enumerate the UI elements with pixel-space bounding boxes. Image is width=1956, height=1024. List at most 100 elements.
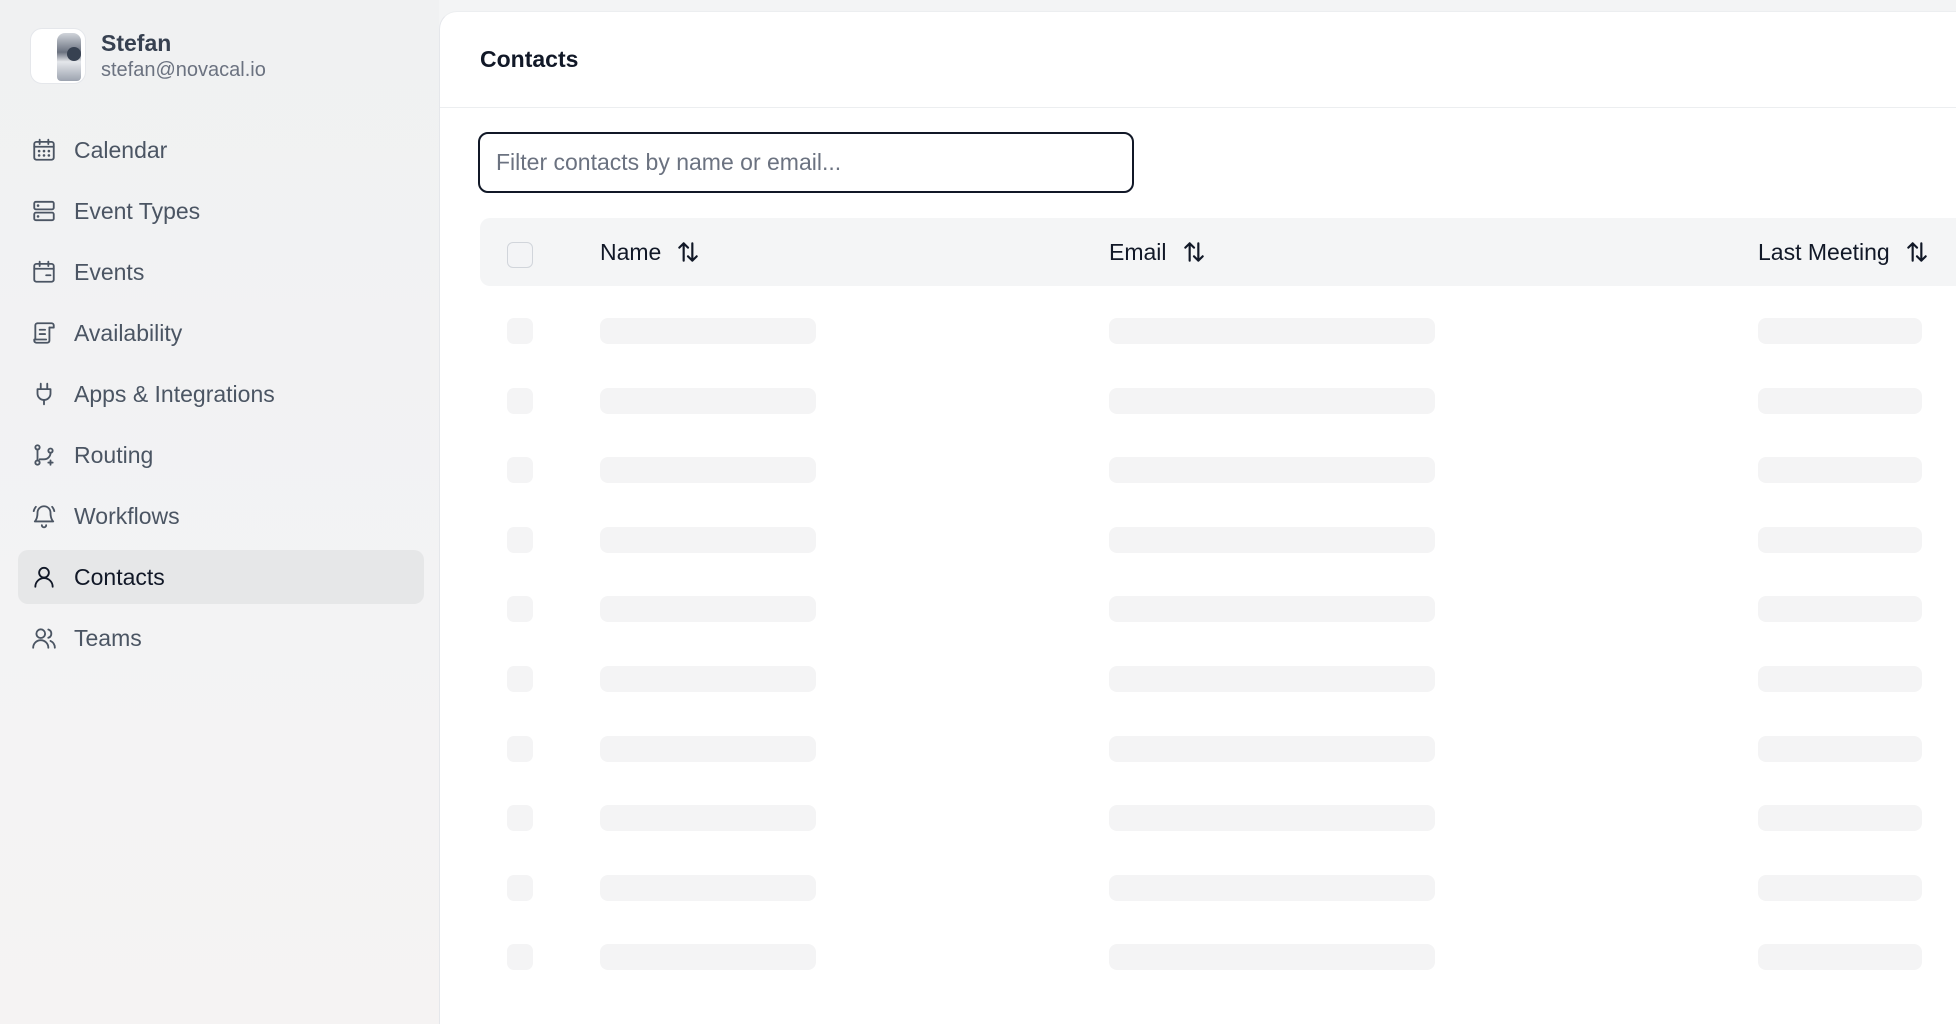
skeleton-name bbox=[600, 735, 816, 762]
sidebar-item-availability[interactable]: Availability bbox=[18, 306, 424, 360]
skeleton-check bbox=[507, 874, 533, 901]
skeleton-meet bbox=[1758, 735, 1922, 762]
app-window: Stefan stefan@novacal.io Calendar Event … bbox=[0, 0, 1956, 1024]
skeleton-check bbox=[507, 944, 533, 971]
table-row-skeleton bbox=[480, 586, 1956, 656]
column-header-email[interactable]: Email bbox=[1109, 218, 1207, 286]
sidebar-item-events[interactable]: Events bbox=[18, 245, 424, 299]
filter-contacts-input[interactable] bbox=[478, 132, 1134, 193]
skeleton-meet bbox=[1758, 387, 1922, 414]
skeleton-check bbox=[507, 735, 533, 762]
users-icon bbox=[30, 624, 58, 652]
sidebar-item-routing[interactable]: Routing bbox=[18, 428, 424, 482]
availability-icon bbox=[30, 319, 58, 347]
table-row-skeleton bbox=[480, 447, 1956, 517]
skeleton-check bbox=[507, 457, 533, 484]
table-header: Name Email Last Meeting bbox=[480, 218, 1956, 286]
main-panel: Contacts Name Email Last Meeting bbox=[439, 11, 1956, 1024]
sidebar-item-workflows[interactable]: Workflows bbox=[18, 489, 424, 543]
skeleton-meet bbox=[1758, 318, 1922, 344]
event-types-icon bbox=[30, 197, 58, 225]
skeleton-name bbox=[600, 944, 816, 971]
skeleton-meet bbox=[1758, 526, 1922, 553]
skeleton-email bbox=[1109, 596, 1435, 623]
sidebar-item-apps[interactable]: Apps & Integrations bbox=[18, 367, 424, 421]
skeleton-check bbox=[507, 596, 533, 623]
skeleton-email bbox=[1109, 526, 1435, 553]
skeleton-check bbox=[507, 665, 533, 692]
select-all-checkbox[interactable] bbox=[507, 242, 533, 268]
skeleton-name bbox=[600, 805, 816, 832]
page-title: Contacts bbox=[480, 46, 579, 72]
bell-icon bbox=[30, 502, 58, 530]
sidebar-item-teams[interactable]: Teams bbox=[18, 611, 424, 665]
table-row-skeleton bbox=[480, 934, 1956, 1004]
skeleton-meet bbox=[1758, 805, 1922, 832]
page-header: Contacts bbox=[440, 12, 1956, 108]
table-row-skeleton bbox=[480, 308, 1956, 378]
sidebar-item-calendar[interactable]: Calendar bbox=[18, 123, 424, 177]
plug-icon bbox=[30, 380, 58, 408]
column-label: Last Meeting bbox=[1758, 238, 1890, 265]
sidebar-item-label: Routing bbox=[74, 441, 154, 468]
skeleton-email bbox=[1109, 874, 1435, 901]
skeleton-meet bbox=[1758, 596, 1922, 623]
sidebar-item-label: Contacts bbox=[74, 563, 165, 590]
skeleton-name bbox=[600, 665, 816, 692]
sort-arrows-icon bbox=[1906, 242, 1927, 262]
table-row-skeleton bbox=[480, 378, 1956, 448]
skeleton-email bbox=[1109, 665, 1435, 692]
table-body bbox=[480, 308, 1956, 1004]
sidebar-item-label: Availability bbox=[74, 319, 183, 346]
skeleton-email bbox=[1109, 318, 1435, 344]
table-row-skeleton bbox=[480, 726, 1956, 796]
table-row-skeleton bbox=[480, 795, 1956, 865]
skeleton-check bbox=[507, 526, 533, 553]
column-header-last-meeting[interactable]: Last Meeting bbox=[1758, 218, 1930, 286]
table-row-skeleton bbox=[480, 865, 1956, 935]
sidebar-nav: Calendar Event Types Events Availability bbox=[18, 123, 424, 672]
sort-arrows-icon bbox=[678, 242, 699, 262]
skeleton-name bbox=[600, 318, 816, 344]
skeleton-check bbox=[507, 805, 533, 832]
sidebar-item-label: Events bbox=[74, 258, 145, 285]
avatar bbox=[30, 28, 86, 84]
user-profile[interactable]: Stefan stefan@novacal.io bbox=[30, 28, 266, 84]
skeleton-email bbox=[1109, 387, 1435, 414]
skeleton-meet bbox=[1758, 874, 1922, 901]
table-row-skeleton bbox=[480, 656, 1956, 726]
user-icon bbox=[30, 563, 58, 591]
skeleton-email bbox=[1109, 944, 1435, 971]
sidebar-item-label: Event Types bbox=[74, 197, 201, 224]
routing-icon bbox=[30, 441, 58, 469]
calendar-icon bbox=[30, 136, 58, 164]
skeleton-check bbox=[507, 318, 533, 344]
skeleton-email bbox=[1109, 457, 1435, 484]
skeleton-name bbox=[600, 596, 816, 623]
column-label: Email bbox=[1109, 238, 1167, 265]
sidebar-item-label: Calendar bbox=[74, 136, 168, 163]
sidebar-item-label: Apps & Integrations bbox=[74, 380, 275, 407]
skeleton-check bbox=[507, 387, 533, 414]
sidebar-item-label: Workflows bbox=[74, 502, 180, 529]
skeleton-meet bbox=[1758, 457, 1922, 484]
skeleton-meet bbox=[1758, 665, 1922, 692]
user-email: stefan@novacal.io bbox=[101, 59, 266, 81]
skeleton-name bbox=[600, 526, 816, 553]
skeleton-name bbox=[600, 387, 816, 414]
column-label: Name bbox=[600, 238, 662, 265]
skeleton-name bbox=[600, 874, 816, 901]
column-header-name[interactable]: Name bbox=[600, 218, 701, 286]
skeleton-name bbox=[600, 457, 816, 484]
user-info: Stefan stefan@novacal.io bbox=[101, 29, 266, 83]
sidebar: Stefan stefan@novacal.io Calendar Event … bbox=[0, 0, 439, 1024]
sidebar-item-contacts[interactable]: Contacts bbox=[18, 550, 424, 604]
table-row-skeleton bbox=[480, 517, 1956, 587]
sort-arrows-icon bbox=[1183, 242, 1204, 262]
skeleton-email bbox=[1109, 805, 1435, 832]
skeleton-email bbox=[1109, 735, 1435, 762]
events-icon bbox=[30, 258, 58, 286]
sidebar-item-event-types[interactable]: Event Types bbox=[18, 184, 424, 238]
sidebar-item-label: Teams bbox=[74, 624, 142, 651]
skeleton-meet bbox=[1758, 944, 1922, 971]
